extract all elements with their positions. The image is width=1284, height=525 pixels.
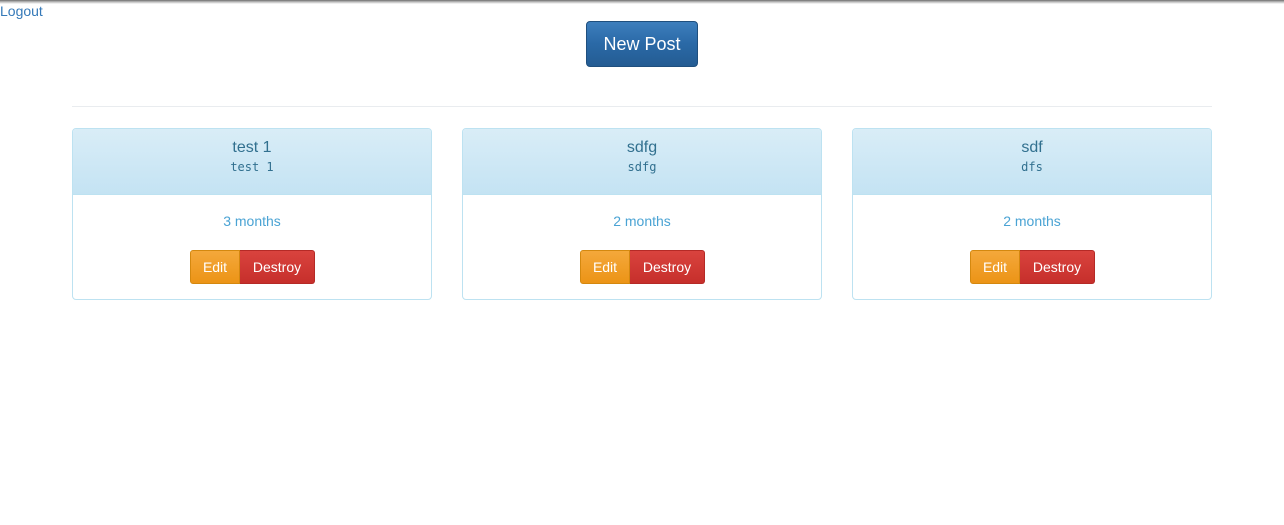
edit-button[interactable]: Edit [190, 250, 240, 284]
post-card-heading: sdfg sdfg [463, 129, 821, 195]
post-body: dfs [1021, 160, 1043, 174]
post-actions: Edit Destroy [580, 250, 705, 284]
new-post-button[interactable]: New Post [586, 21, 698, 67]
destroy-button[interactable]: Destroy [240, 250, 315, 284]
post-age: 2 months [613, 213, 671, 229]
post-body: test 1 [230, 160, 274, 174]
post-card: sdfg sdfg 2 months Edit Destroy [462, 128, 822, 300]
post-age: 2 months [1003, 213, 1061, 229]
edit-button[interactable]: Edit [970, 250, 1020, 284]
edit-button[interactable]: Edit [580, 250, 630, 284]
post-card-heading: sdf dfs [853, 129, 1211, 195]
post-actions: Edit Destroy [970, 250, 1095, 284]
top-shadow-bar [0, 0, 1284, 4]
post-actions: Edit Destroy [190, 250, 315, 284]
logout-link[interactable]: Logout [0, 3, 43, 19]
post-card-heading: test 1 test 1 [73, 129, 431, 195]
destroy-button[interactable]: Destroy [1020, 250, 1095, 284]
post-title: sdfg [626, 139, 658, 156]
post-body: sdfg [627, 160, 657, 174]
destroy-button[interactable]: Destroy [630, 250, 705, 284]
post-card: test 1 test 1 3 months Edit Destroy [72, 128, 432, 300]
post-card: sdf dfs 2 months Edit Destroy [852, 128, 1212, 300]
post-title: sdf [1021, 139, 1043, 156]
divider [72, 106, 1212, 107]
post-title: test 1 [232, 139, 272, 156]
post-age: 3 months [223, 213, 281, 229]
